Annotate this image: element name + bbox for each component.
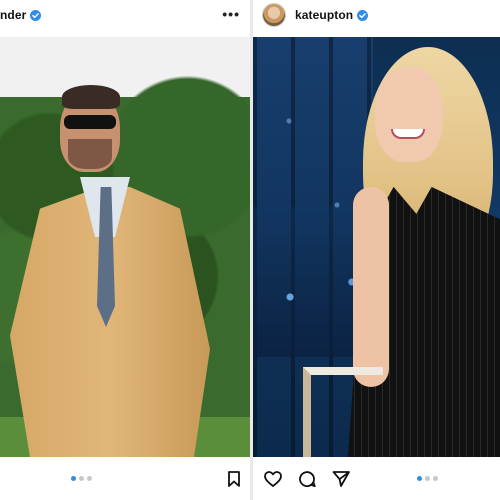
image-beard <box>68 139 112 169</box>
avatar[interactable] <box>262 3 286 27</box>
post-left: nder ••• <box>0 0 250 500</box>
image-smile <box>391 129 425 139</box>
post-image[interactable] <box>253 37 500 457</box>
carousel-dot <box>433 476 438 481</box>
carousel-dots <box>71 476 92 481</box>
comment-icon[interactable] <box>297 469 317 489</box>
carousel-dot-active <box>71 476 76 481</box>
post-actions <box>0 467 250 491</box>
post-actions <box>253 467 500 491</box>
post-header: kateupton <box>253 0 500 30</box>
post-header: nder ••• <box>0 0 250 30</box>
post-right: kateupton <box>253 0 500 500</box>
carousel-dot <box>425 476 430 481</box>
post-image[interactable] <box>0 37 250 457</box>
carousel-dot <box>87 476 92 481</box>
verified-badge-icon <box>30 9 42 21</box>
image-sunglasses <box>64 115 116 129</box>
carousel-dot <box>79 476 84 481</box>
verified-badge-icon <box>357 9 369 21</box>
send-icon[interactable] <box>331 469 351 489</box>
image-face <box>375 67 443 162</box>
heart-icon[interactable] <box>263 469 283 489</box>
image-arm <box>353 187 389 387</box>
username[interactable]: kateupton <box>295 8 353 22</box>
save-icon[interactable] <box>224 469 244 489</box>
image-hair <box>62 85 120 109</box>
carousel-dot-active <box>417 476 422 481</box>
carousel-dots <box>417 476 438 481</box>
username[interactable]: nder <box>0 8 26 22</box>
partial-icon[interactable] <box>0 469 10 489</box>
image-chair <box>303 367 383 457</box>
more-options-icon[interactable]: ••• <box>222 6 240 22</box>
